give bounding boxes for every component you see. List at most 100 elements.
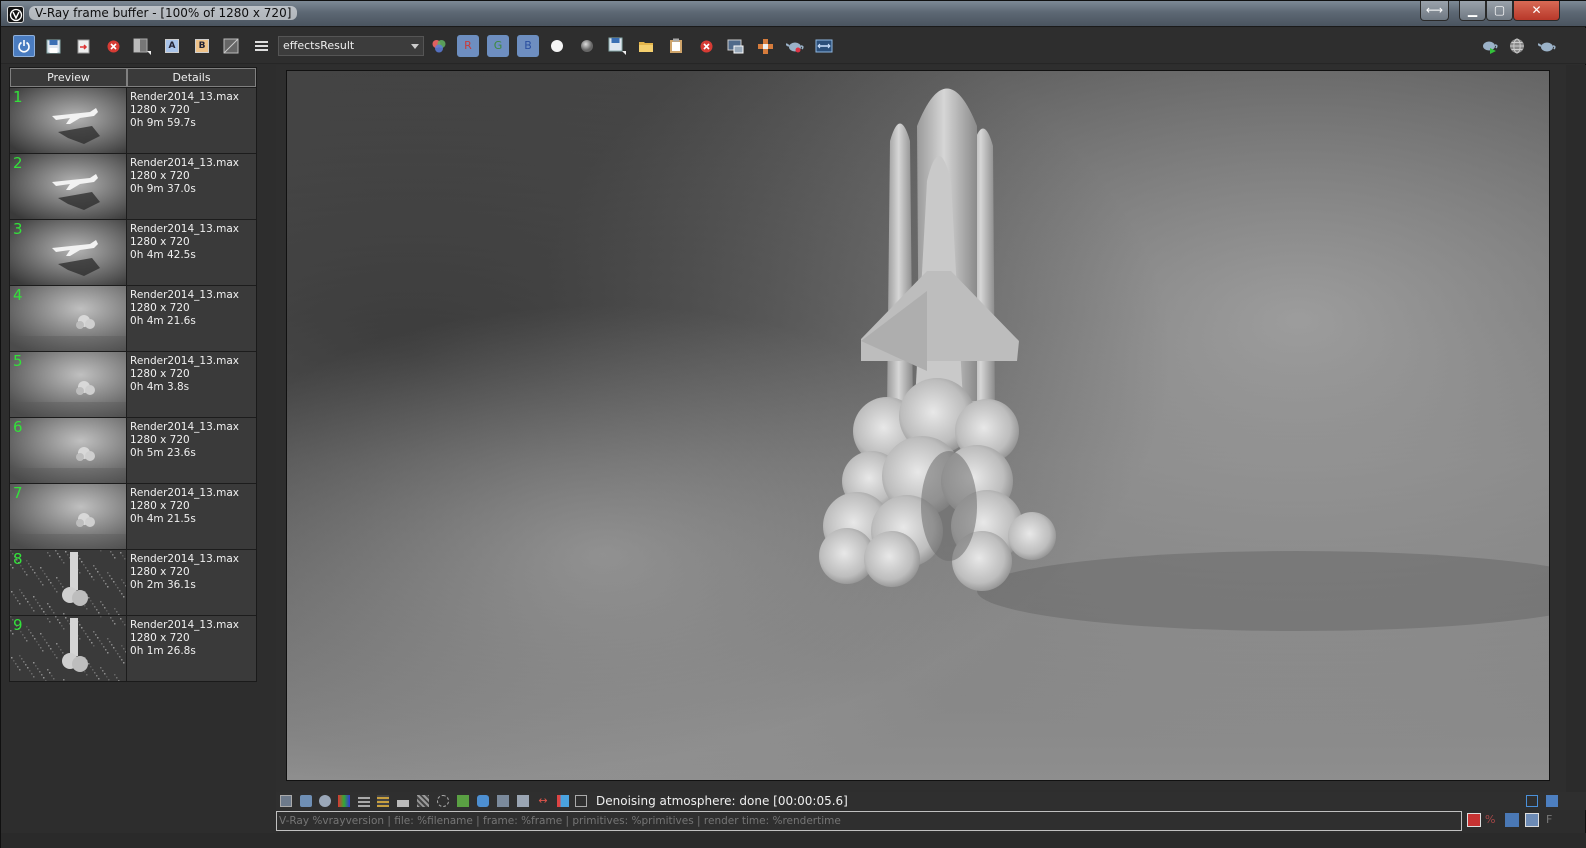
history-header: Preview Details xyxy=(10,68,256,87)
history-details[interactable]: Render2014_13.max 1280 x 720 0h 9m 59.7s xyxy=(127,88,256,153)
title-bar[interactable]: V-Ray frame buffer - [100% of 1280 x 720… xyxy=(1,1,1586,27)
history-thumbnail[interactable]: 1 xyxy=(10,88,128,153)
blue-channel-button[interactable]: B xyxy=(517,35,539,57)
active-shade-button[interactable] xyxy=(1507,36,1527,56)
history-thumbnail[interactable]: 3 xyxy=(10,220,128,285)
render-toggle-button[interactable] xyxy=(13,35,35,57)
close-button[interactable]: ✕ xyxy=(1513,1,1560,21)
history-number: 6 xyxy=(13,418,23,436)
maximize-button[interactable]: ▢ xyxy=(1486,1,1513,21)
history-file: Render2014_13.max xyxy=(130,157,239,169)
history-details[interactable]: Render2014_13.max 1280 x 720 0h 4m 21.5s xyxy=(127,484,256,549)
history-row[interactable]: 9 Render2014_13.max 1280 x 720 0h 1m 26.8s xyxy=(10,615,256,681)
fullscreen-icon[interactable] xyxy=(1546,795,1558,807)
status-bar: ↔ Denoising atmosphere: done [00:00:05.6… xyxy=(276,792,1586,810)
history-thumbnail[interactable]: 5 xyxy=(10,352,128,417)
vray-logo-icon xyxy=(7,6,24,23)
details-column-header[interactable]: Details xyxy=(127,68,256,87)
render-viewport[interactable] xyxy=(276,65,1566,792)
history-thumbnail[interactable]: 2 xyxy=(10,154,128,219)
caption-toggle-icon[interactable] xyxy=(1467,813,1481,827)
expand-button[interactable]: ⟷ xyxy=(1420,1,1449,21)
alpha-white-button[interactable] xyxy=(547,36,567,56)
fit-icon[interactable] xyxy=(1526,795,1538,807)
history-thumbnail[interactable]: 8 xyxy=(10,550,128,615)
ab-a-button[interactable]: A xyxy=(162,36,182,56)
history-file: Render2014_13.max xyxy=(130,289,239,301)
history-details[interactable]: Render2014_13.max 1280 x 720 0h 2m 36.1s xyxy=(127,550,256,615)
exposure-icon[interactable] xyxy=(417,795,429,807)
load-image-button[interactable] xyxy=(73,36,93,56)
minimize-button[interactable]: ▁ xyxy=(1459,1,1486,21)
save-image-button[interactable] xyxy=(607,36,627,56)
history-details[interactable]: Render2014_13.max 1280 x 720 0h 4m 3.8s xyxy=(127,352,256,417)
curves-icon[interactable] xyxy=(377,795,389,807)
history-details[interactable]: Render2014_13.max 1280 x 720 0h 9m 37.0s xyxy=(127,154,256,219)
history-details[interactable]: Render2014_13.max 1280 x 720 0h 4m 21.6s xyxy=(127,286,256,351)
viewport-scrollbar[interactable] xyxy=(1566,65,1586,792)
history-thumbnail[interactable]: 4 xyxy=(10,286,128,351)
lens-effects-button[interactable] xyxy=(814,36,834,56)
region-render-button[interactable] xyxy=(725,36,745,56)
caption-f-icon[interactable]: F xyxy=(1546,813,1560,827)
ab-b-button[interactable]: B xyxy=(192,36,212,56)
pixel-info-icon[interactable] xyxy=(280,795,292,807)
history-row[interactable]: 7 Render2014_13.max 1280 x 720 0h 4m 21.5s xyxy=(10,483,256,549)
mono-button[interactable] xyxy=(577,36,597,56)
interactive-render-button[interactable] xyxy=(785,36,805,56)
history-details[interactable]: Render2014_13.max 1280 x 720 0h 5m 23.6s xyxy=(127,418,256,483)
pixel-aspect-icon[interactable] xyxy=(575,795,587,807)
thumbnail-image xyxy=(10,88,127,153)
history-thumbnail[interactable]: 7 xyxy=(10,484,128,549)
history-row[interactable]: 3 Render2014_13.max 1280 x 720 0h 4m 42.5s xyxy=(10,219,256,285)
caption-input[interactable] xyxy=(279,813,1459,829)
layers-icon[interactable] xyxy=(300,795,312,807)
image-info-button[interactable] xyxy=(221,36,241,56)
history-details[interactable]: Render2014_13.max 1280 x 720 0h 4m 42.5s xyxy=(127,220,256,285)
history-row[interactable]: 6 Render2014_13.max 1280 x 720 0h 5m 23.6s xyxy=(10,417,256,483)
history-row[interactable]: 1 Render2014_13.max 1280 x 720 0h 9m 59.7s xyxy=(10,87,256,153)
caption-position-icon[interactable] xyxy=(1525,813,1539,827)
region-icon xyxy=(727,39,743,53)
levels-icon[interactable] xyxy=(358,795,370,807)
info-icon[interactable] xyxy=(319,795,331,807)
icc-icon[interactable] xyxy=(497,795,509,807)
white-balance-icon[interactable] xyxy=(437,795,449,807)
menu-button[interactable] xyxy=(251,36,271,56)
history-details[interactable]: Render2014_13.max 1280 x 720 0h 1m 26.8s xyxy=(127,616,256,681)
render-last-button[interactable] xyxy=(1537,36,1557,56)
history-time: 0h 4m 3.8s xyxy=(130,381,190,393)
background-icon[interactable] xyxy=(517,795,529,807)
open-file-button[interactable] xyxy=(636,36,656,56)
color-channels-button[interactable] xyxy=(429,36,449,56)
ocio-icon[interactable] xyxy=(477,795,489,807)
track-mouse-button[interactable] xyxy=(755,36,775,56)
render-button[interactable] xyxy=(1479,36,1499,56)
split-icon[interactable] xyxy=(557,795,569,807)
compare-icon xyxy=(133,38,151,55)
green-channel-button[interactable]: G xyxy=(487,35,509,57)
history-row[interactable]: 8 Render2014_13.max 1280 x 720 0h 2m 36.1s xyxy=(10,549,256,615)
maximize-icon: ▢ xyxy=(1493,3,1506,17)
copy-to-clipboard-button[interactable] xyxy=(666,36,686,56)
render-element-select[interactable]: effectsResult xyxy=(278,36,424,56)
chevron-down-icon xyxy=(411,44,419,49)
history-row[interactable]: 5 Render2014_13.max 1280 x 720 0h 4m 3.8s xyxy=(10,351,256,417)
save-channel-button[interactable] xyxy=(43,36,63,56)
stop-render-button[interactable] xyxy=(696,36,716,56)
compare-button[interactable] xyxy=(132,36,152,56)
color-correction-icon[interactable] xyxy=(338,795,350,807)
stereo-icon[interactable]: ↔ xyxy=(537,795,549,807)
history-row[interactable]: 4 Render2014_13.max 1280 x 720 0h 4m 21.6s xyxy=(10,285,256,351)
lut-icon[interactable] xyxy=(457,795,469,807)
history-thumbnail[interactable]: 6 xyxy=(10,418,128,483)
preview-column-header[interactable]: Preview xyxy=(10,68,128,87)
histogram-icon[interactable] xyxy=(397,795,409,807)
percent-icon[interactable]: % xyxy=(1485,813,1499,827)
history-thumbnail[interactable]: 9 xyxy=(10,616,128,681)
history-row[interactable]: 2 Render2014_13.max 1280 x 720 0h 9m 37.0s xyxy=(10,153,256,219)
clear-image-button[interactable] xyxy=(103,36,123,56)
rendered-image[interactable] xyxy=(286,70,1550,781)
caption-font-icon[interactable] xyxy=(1505,813,1519,827)
red-channel-button[interactable]: R xyxy=(457,35,479,57)
